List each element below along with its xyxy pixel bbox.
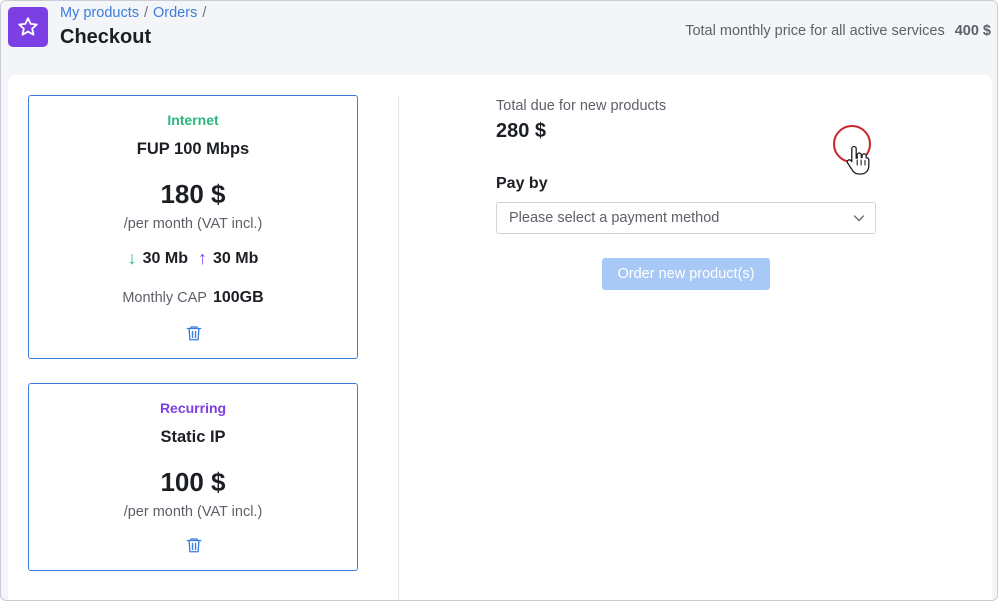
breadcrumb-separator: / [202, 5, 207, 21]
product-name: Static IP [160, 428, 226, 446]
star-icon [8, 7, 48, 47]
total-due-value: 280 $ [496, 120, 547, 142]
total-monthly-price: Total monthly price for all active servi… [685, 23, 991, 39]
app-window: My products / Orders / Checkout Total month… [0, 0, 998, 601]
cap-value: 100GB [212, 289, 264, 306]
total-due-label: Total due for new products [496, 98, 667, 114]
product-speeds: ↓ 30 Mb ↑ 30 Mb [29, 248, 357, 269]
arrow-down-icon: ↓ [127, 248, 137, 268]
download-speed: 30 Mb [142, 249, 188, 267]
payment-method-placeholder: Please select a payment method [509, 210, 720, 226]
total-monthly-value: 400 $ [954, 23, 991, 39]
product-name: FUP 100 Mbps [136, 140, 250, 158]
product-category: Recurring [159, 400, 227, 416]
order-new-products-button[interactable]: Order new product(s) [602, 258, 770, 290]
trash-icon[interactable] [184, 323, 204, 343]
breadcrumb-orders[interactable]: Orders [153, 5, 197, 21]
product-category: Internet [167, 112, 219, 128]
product-cap: Monthly CAP 100GB [29, 289, 357, 307]
breadcrumb-my-products[interactable]: My products [60, 5, 139, 21]
product-price: 100 $ [160, 467, 226, 497]
cap-label: Monthly CAP [122, 290, 207, 306]
arrow-up-icon: ↑ [198, 248, 207, 268]
breadcrumb: My products / Orders / [60, 5, 211, 21]
product-period: /per month (VAT incl.) [123, 504, 263, 520]
total-monthly-label: Total monthly price for all active servi… [685, 23, 945, 39]
trash-icon[interactable] [184, 535, 204, 555]
pay-by-label: Pay by [496, 175, 548, 192]
chevron-down-icon[interactable] [851, 210, 867, 226]
product-card-recurring: Recurring Static IP 100 $ /per month (VA… [28, 383, 358, 571]
page-title: Checkout [60, 26, 152, 48]
column-divider [398, 95, 399, 600]
product-price: 180 $ [160, 179, 226, 209]
payment-method-select[interactable]: Please select a payment method [496, 202, 876, 234]
upload-speed: 30 Mb [213, 249, 259, 267]
product-period: /per month (VAT incl.) [123, 216, 263, 232]
hand-cursor-icon [846, 145, 870, 175]
breadcrumb-separator: / [143, 5, 149, 21]
product-card-internet: Internet FUP 100 Mbps 180 $ /per month (… [28, 95, 358, 359]
